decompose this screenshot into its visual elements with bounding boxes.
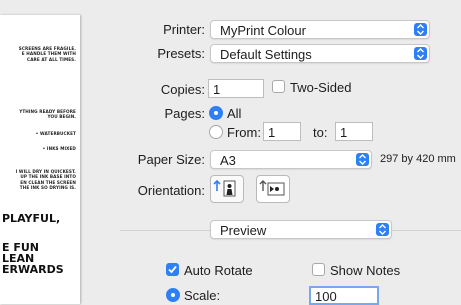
auto-rotate-checkbox[interactable]	[166, 263, 179, 276]
scale-field[interactable]: 100	[309, 286, 379, 305]
preview-text-line: • WATERBUCKET	[35, 131, 76, 136]
preview-heading: PLAYFUL,	[2, 212, 61, 225]
preview-text-line: UP THE INK BASE INTO	[20, 174, 76, 180]
pages-all-radio[interactable]	[209, 106, 223, 120]
preview-heading-line: ERWARDS	[2, 263, 64, 276]
preview-text-line: THE INK SO DRYING IS.	[19, 184, 76, 190]
presets-value: Default Settings	[220, 47, 312, 62]
orientation-portrait-button[interactable]	[210, 175, 244, 203]
printer-popup[interactable]: MyPrint Colour	[210, 20, 430, 39]
scale-label: Scale:	[184, 288, 221, 303]
portrait-icon	[213, 179, 236, 197]
paper-size-popup[interactable]: A3	[210, 150, 372, 169]
pages-label: Pages:	[164, 106, 205, 121]
pages-to-field[interactable]: 1	[335, 122, 373, 141]
print-preview-pane: SCREENS ARE FRAGILE. E HANDLE THEM WITH …	[0, 0, 120, 304]
copies-value: 1	[213, 82, 221, 97]
chevron-updown-icon	[376, 223, 389, 236]
two-sided-label: Two-Sided	[290, 80, 352, 95]
two-sided-checkbox[interactable]	[272, 80, 285, 93]
printer-label: Printer:	[163, 22, 205, 37]
presets-label: Presets:	[157, 46, 205, 61]
orientation-landscape-button[interactable]	[256, 175, 290, 203]
preview-text-line: • INKS MIXED	[42, 146, 76, 151]
preview-text-block: SCREENS ARE FRAGILE. E HANDLE THEM WITH …	[19, 46, 76, 62]
chevron-updown-icon	[414, 23, 427, 36]
preview-page: SCREENS ARE FRAGILE. E HANDLE THEM WITH …	[0, 15, 80, 304]
pages-from-label: From:	[227, 125, 261, 140]
preview-text-block: YTHING READY BEFORE YOU BEGIN.	[19, 109, 76, 120]
section-popup[interactable]: Preview	[210, 220, 392, 239]
printer-value: MyPrint Colour	[220, 23, 306, 38]
pages-all-label: All	[227, 106, 242, 121]
pages-from-value: 1	[268, 125, 276, 140]
checkmark-icon	[168, 265, 177, 274]
orientation-label: Orientation:	[137, 183, 205, 198]
preview-text-line: E HANDLE THEM WITH	[21, 51, 76, 57]
pages-to-label: to:	[313, 125, 328, 140]
preview-text-line: CARE AT ALL TIMES.	[27, 56, 76, 62]
pages-from-field[interactable]: 1	[263, 122, 301, 141]
preview-text-line: YOU BEGIN.	[47, 114, 76, 120]
show-notes-checkbox[interactable]	[312, 263, 325, 276]
scale-radio[interactable]	[166, 288, 180, 302]
paper-size-label: Paper Size:	[137, 152, 205, 167]
copies-label: Copies:	[160, 82, 205, 97]
show-notes-label: Show Notes	[330, 263, 401, 278]
preview-heading: E FUN LEAN ERWARDS	[2, 242, 64, 275]
scale-value: 100	[315, 289, 337, 304]
section-popup-value: Preview	[220, 223, 267, 238]
preview-text-block: I WILL DRY IN QUICKEST. UP THE INK BASE …	[16, 169, 76, 190]
pages-range-radio[interactable]	[209, 125, 223, 139]
paper-size-value: A3	[220, 153, 236, 168]
landscape-icon	[259, 180, 285, 196]
auto-rotate-label: Auto Rotate	[184, 263, 253, 278]
chevron-updown-icon	[414, 47, 427, 60]
paper-dimensions: 297 by 420 mm	[380, 153, 456, 165]
chevron-updown-icon	[356, 153, 369, 166]
copies-field[interactable]: 1	[208, 79, 264, 98]
presets-popup[interactable]: Default Settings	[210, 44, 430, 63]
pages-to-value: 1	[340, 125, 348, 140]
